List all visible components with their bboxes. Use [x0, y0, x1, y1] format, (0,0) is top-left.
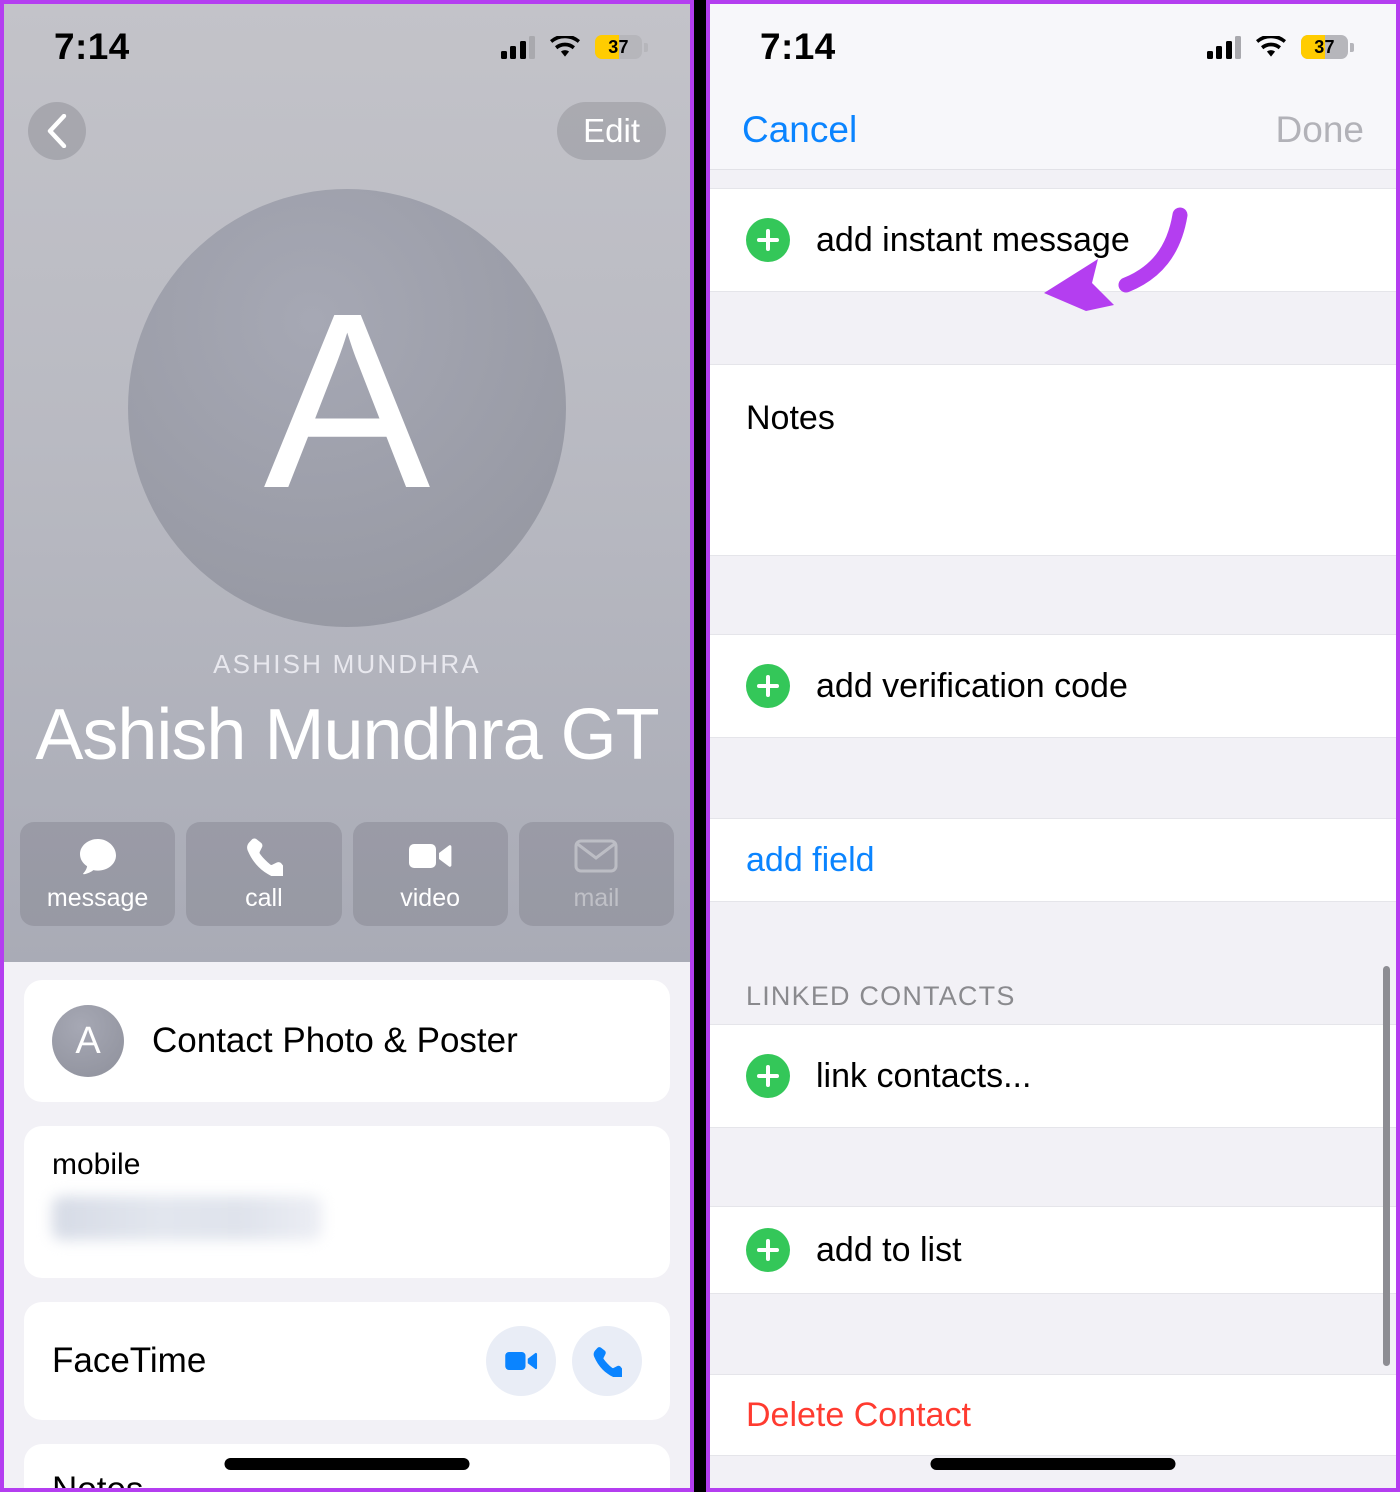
status-indicators: 37 [1206, 35, 1354, 59]
avatar: A [52, 1005, 124, 1077]
facetime-label: FaceTime [52, 1341, 207, 1380]
notes-field[interactable]: Notes [710, 364, 1396, 556]
chevron-left-icon [47, 114, 67, 148]
contact-subtitle: ASHISH MUNDHRA [213, 649, 481, 679]
contact-name: Ashish Mundhra GT [35, 695, 659, 775]
cellular-bars-icon [500, 35, 535, 59]
linked-contacts-header-label: LINKED CONTACTS [746, 981, 1016, 1011]
add-instant-message-label: add instant message [816, 220, 1130, 259]
right-phone-frame: 7:14 37 Cancel Done add instant message … [706, 0, 1400, 1492]
facetime-video-button[interactable] [486, 1326, 556, 1396]
screenshot-stage: 7:14 37 Edit A ASHISH MUNDHRA Ashish Mun… [0, 0, 1400, 1492]
delete-contact-label: Delete Contact [746, 1395, 971, 1434]
list-gap [710, 738, 1396, 818]
video-camera-icon [505, 1352, 538, 1370]
edit-contact-toolbar: Cancel Done [710, 90, 1396, 170]
facetime-card: FaceTime [24, 1302, 670, 1420]
left-phone-frame: 7:14 37 Edit A ASHISH MUNDHRA Ashish Mun… [0, 0, 694, 1492]
mobile-number-card[interactable]: mobile [24, 1126, 670, 1278]
left-status-bar: 7:14 37 [4, 4, 690, 90]
add-instant-message-row[interactable]: add instant message [710, 188, 1396, 292]
list-gap [710, 1294, 1396, 1374]
envelope-icon [574, 836, 618, 876]
phone-icon [593, 1346, 622, 1377]
frame-gap [694, 0, 706, 1492]
mobile-label: mobile [52, 1148, 141, 1181]
video-camera-icon [408, 836, 452, 876]
edit-contact-list[interactable]: add instant message Notes add verificati… [710, 170, 1396, 1488]
add-field-row[interactable]: add field [710, 818, 1396, 902]
message-action-button[interactable]: message [20, 822, 176, 926]
contact-detail-cards: A Contact Photo & Poster mobile FaceTime… [4, 962, 690, 1488]
add-field-label: add field [746, 840, 875, 879]
mail-action-label: mail [573, 883, 620, 912]
wifi-icon [1255, 35, 1287, 59]
battery-icon: 37 [595, 35, 648, 59]
contact-hero: 7:14 37 Edit A ASHISH MUNDHRA Ashish Mun… [4, 4, 690, 962]
mail-action-button: mail [518, 822, 674, 926]
list-gap [710, 556, 1396, 634]
list-gap [710, 1128, 1396, 1206]
status-time: 7:14 [760, 26, 836, 67]
cancel-button[interactable]: Cancel [742, 109, 857, 151]
plus-icon [746, 1228, 790, 1272]
contact-action-row: message call video mail [20, 822, 674, 926]
phone-icon [245, 836, 283, 876]
plus-icon [746, 1054, 790, 1098]
contact-photo-poster-row[interactable]: A Contact Photo & Poster [24, 980, 670, 1102]
message-bubble-icon [77, 836, 119, 876]
redacted-phone-number [52, 1196, 322, 1240]
right-status-bar: 7:14 37 [710, 4, 1396, 90]
linked-contacts-header: LINKED CONTACTS [710, 902, 1396, 1024]
left-nav-row: Edit [28, 102, 666, 160]
battery-level: 37 [1314, 37, 1335, 57]
contact-avatar: A [128, 189, 566, 627]
add-verification-code-row[interactable]: add verification code [710, 634, 1396, 738]
wifi-icon [549, 35, 581, 59]
battery-icon: 37 [1301, 35, 1354, 59]
call-action-button[interactable]: call [186, 822, 342, 926]
notes-label: Notes [52, 1470, 144, 1492]
video-action-button[interactable]: video [352, 822, 508, 926]
battery-level: 37 [608, 37, 629, 57]
avatar-initial: A [263, 261, 431, 540]
notes-label: Notes [746, 399, 835, 437]
contact-photo-poster-label: Contact Photo & Poster [152, 1021, 518, 1060]
add-to-list-row[interactable]: add to list [710, 1206, 1396, 1294]
scrollbar-thumb[interactable] [1383, 966, 1390, 1366]
delete-contact-row[interactable]: Delete Contact [710, 1374, 1396, 1456]
link-contacts-row[interactable]: link contacts... [710, 1024, 1396, 1128]
add-verification-code-label: add verification code [816, 666, 1128, 705]
list-gap [710, 292, 1396, 364]
plus-icon [746, 218, 790, 262]
facetime-audio-button[interactable] [572, 1326, 642, 1396]
add-to-list-label: add to list [816, 1230, 962, 1269]
status-indicators: 37 [500, 35, 648, 59]
list-gap [710, 170, 1396, 188]
home-indicator [930, 1458, 1176, 1470]
cellular-bars-icon [1206, 35, 1241, 59]
message-action-label: message [46, 883, 149, 912]
back-button[interactable] [28, 102, 86, 160]
video-action-label: video [400, 883, 460, 912]
link-contacts-label: link contacts... [816, 1056, 1032, 1095]
call-action-label: call [245, 883, 283, 912]
done-button: Done [1275, 108, 1364, 150]
status-time: 7:14 [54, 26, 130, 67]
edit-button[interactable]: Edit [557, 102, 666, 160]
plus-icon [746, 664, 790, 708]
home-indicator [224, 1458, 470, 1470]
